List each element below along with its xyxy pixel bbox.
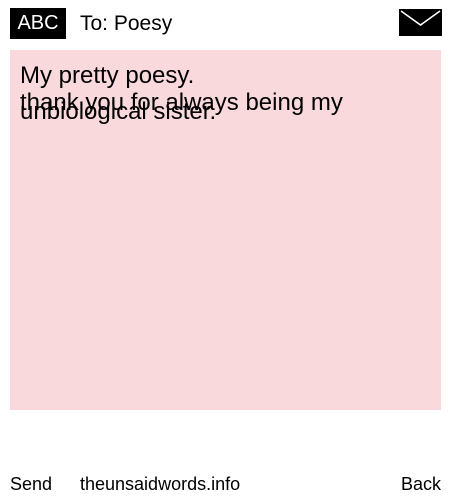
- message-area[interactable]: My pretty poesy. thank you for always be…: [10, 50, 441, 410]
- envelope-icon-graphic: [399, 9, 442, 36]
- recipient-label: To: Poesy: [80, 12, 173, 35]
- message-line: My pretty poesy.: [20, 62, 195, 89]
- message-line: unbiological sister.: [20, 98, 217, 125]
- envelope-icon[interactable]: [399, 9, 442, 36]
- abc-badge: ABC: [10, 8, 66, 39]
- back-button[interactable]: Back: [401, 471, 441, 497]
- site-link[interactable]: theunsaidwords.info: [80, 471, 240, 497]
- send-button[interactable]: Send: [10, 471, 52, 497]
